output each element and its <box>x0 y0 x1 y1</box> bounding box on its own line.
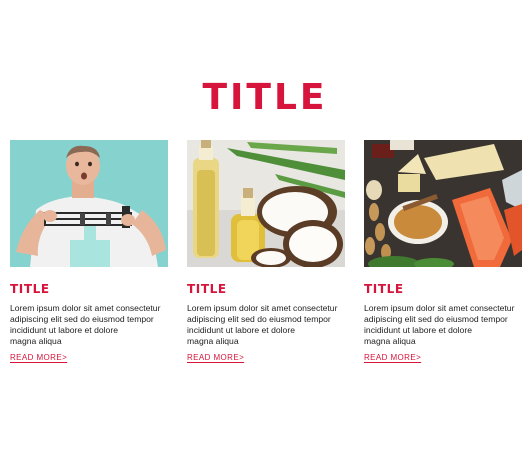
chevron-right-icon: > <box>416 353 422 362</box>
healthy-fats-image <box>364 140 522 267</box>
card-description: Lorem ipsum dolor sit amet consectetur a… <box>10 303 161 346</box>
card-image-healthy-fats[interactable] <box>364 140 522 267</box>
chevron-right-icon: > <box>62 353 68 362</box>
card-title: TITLE <box>364 282 404 296</box>
read-more-link[interactable]: READ MORE> <box>364 353 421 362</box>
coconut-oil-image <box>187 140 345 267</box>
weight-scale-image <box>10 140 168 267</box>
chevron-right-icon: > <box>239 353 245 362</box>
card-description: Lorem ipsum dolor sit amet consectetur a… <box>187 303 338 346</box>
read-more-link[interactable]: READ MORE> <box>10 353 67 362</box>
read-more-link[interactable]: READ MORE> <box>187 353 244 362</box>
card-description: Lorem ipsum dolor sit amet consectetur a… <box>364 303 515 346</box>
article-card-3: TITLE Lorem ipsum dolor sit amet consect… <box>364 140 522 365</box>
card-image-weight-scale[interactable] <box>10 140 168 267</box>
article-card-1: TITLE Lorem ipsum dolor sit amet consect… <box>10 140 168 365</box>
article-card-2: TITLE Lorem ipsum dolor sit amet consect… <box>187 140 345 365</box>
card-image-coconut-oil[interactable] <box>187 140 345 267</box>
read-more-label: READ MORE <box>364 353 417 362</box>
card-title: TITLE <box>187 282 227 296</box>
article-cards: TITLE Lorem ipsum dolor sit amet consect… <box>10 140 522 370</box>
read-more-label: READ MORE <box>10 353 63 362</box>
read-more-label: READ MORE <box>187 353 240 362</box>
page-title: TITLE <box>202 77 328 118</box>
card-title: TITLE <box>10 282 50 296</box>
